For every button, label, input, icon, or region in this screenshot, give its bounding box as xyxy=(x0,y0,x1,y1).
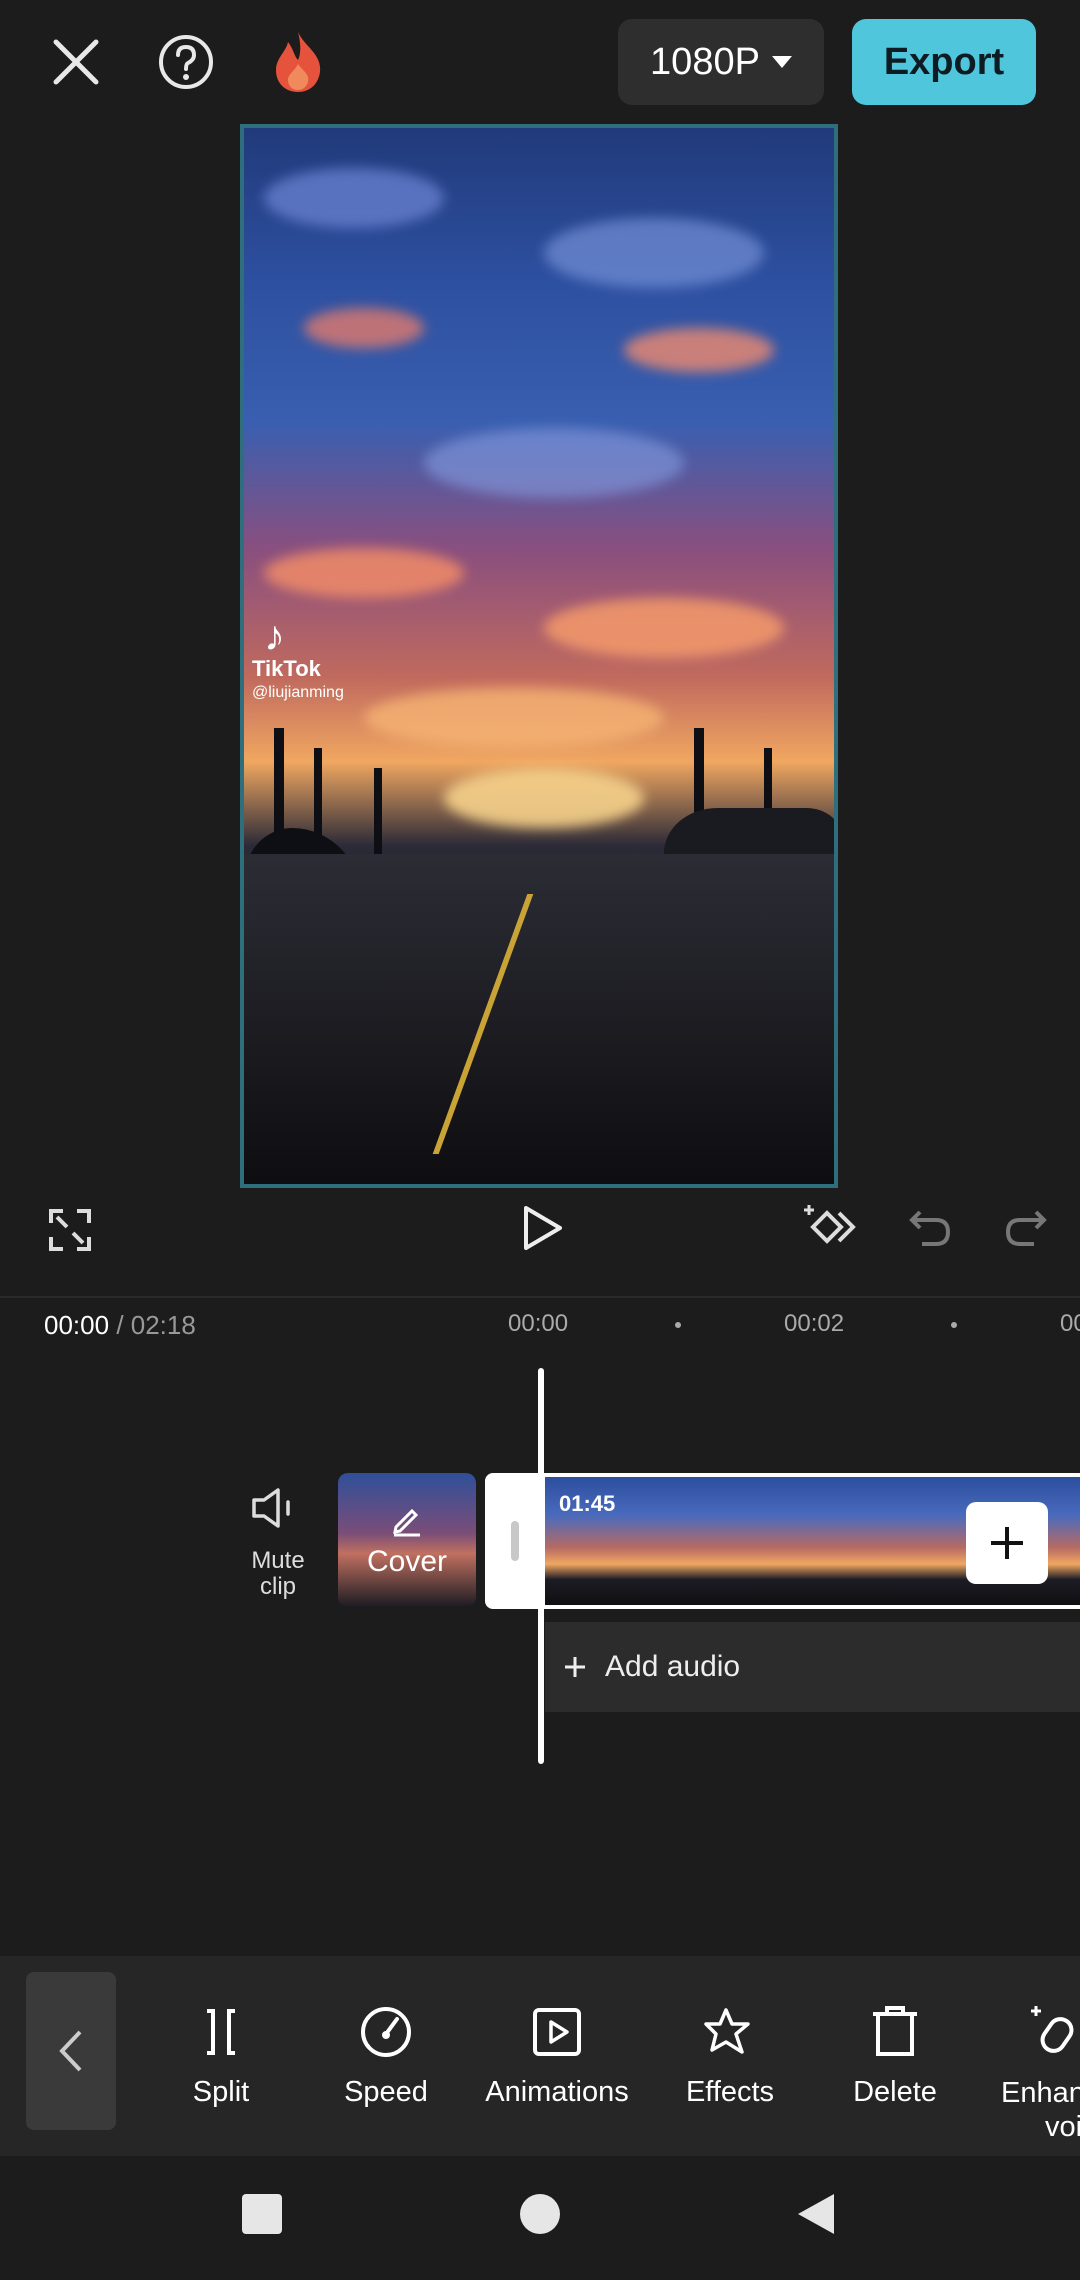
ruler-tick: 00 xyxy=(1060,1310,1080,1337)
close-button[interactable] xyxy=(36,22,116,102)
animations-icon xyxy=(533,2008,581,2056)
add-audio-button[interactable]: Add audio xyxy=(545,1622,1080,1712)
toolbar-back-button[interactable] xyxy=(26,1972,116,2130)
export-label: Export xyxy=(883,40,1005,83)
resolution-label: 1080P xyxy=(650,40,760,83)
tool-label: Split xyxy=(192,2076,250,2108)
ruler-dot xyxy=(675,1322,681,1328)
tool-animations[interactable]: Animations xyxy=(477,1992,637,2109)
current-time: 00:00 xyxy=(44,1310,110,1340)
tool-label: Effects xyxy=(685,2076,775,2108)
tool-split[interactable]: Split xyxy=(141,1992,301,2109)
road-scene xyxy=(244,854,834,1184)
tool-enhance-voice[interactable]: Enhan voic xyxy=(980,1992,1080,2144)
time-readout: 00:00 / 02:18 xyxy=(44,1310,196,1341)
ruler-tick: 00:02 xyxy=(784,1310,845,1337)
clip-frame xyxy=(821,1477,961,1605)
ruler-tick: 00:00 xyxy=(508,1310,569,1337)
cover-label: Cover xyxy=(366,1545,448,1578)
caret-down-icon xyxy=(771,56,792,68)
tool-speed[interactable]: Speed xyxy=(306,1992,466,2109)
keyframe-icon xyxy=(804,1205,856,1244)
clip-trim-handle[interactable] xyxy=(485,1473,545,1609)
back-nav-button[interactable] xyxy=(796,2192,836,2241)
tool-label: Enhan voic xyxy=(1001,2077,1080,2143)
plus-icon xyxy=(565,1657,585,1677)
tool-label: Animations xyxy=(485,2076,629,2108)
edit-pencil-icon xyxy=(393,1508,420,1537)
fullscreen-button[interactable] xyxy=(40,1200,100,1260)
watermark-brand: TikTok xyxy=(252,656,321,681)
help-icon xyxy=(159,35,213,89)
tool-label: Delete xyxy=(853,2076,937,2108)
undo-button[interactable] xyxy=(898,1196,962,1260)
back-triangle-icon xyxy=(798,2194,834,2234)
play-icon xyxy=(524,1206,562,1250)
fullscreen-icon xyxy=(49,1209,91,1251)
add-audio-label: Add audio xyxy=(605,1650,741,1683)
close-icon xyxy=(53,39,99,85)
resolution-dropdown[interactable]: 1080P xyxy=(618,19,824,105)
total-time: / 02:18 xyxy=(116,1310,196,1340)
chevron-left-icon xyxy=(59,2030,82,2072)
undo-icon xyxy=(909,1210,951,1246)
keyframe-button[interactable] xyxy=(800,1196,864,1260)
plus-icon xyxy=(991,1527,1023,1559)
home-nav-button[interactable] xyxy=(520,2194,560,2234)
help-button[interactable] xyxy=(146,22,226,102)
play-button[interactable] xyxy=(510,1196,574,1260)
watermark-user: @liujianming xyxy=(252,684,344,701)
delete-icon xyxy=(873,2006,917,2056)
tool-effects[interactable]: Effects xyxy=(650,1992,810,2109)
export-button[interactable]: Export xyxy=(852,19,1036,105)
speed-icon xyxy=(361,2007,411,2057)
enhance-voice-icon xyxy=(1031,2006,1074,2053)
video-preview[interactable]: ♪ TikTok @liujianming xyxy=(240,124,838,1188)
divider xyxy=(0,1296,1080,1298)
effects-icon xyxy=(704,2008,750,2054)
cover-button[interactable]: Cover xyxy=(338,1473,476,1607)
tiktok-logo: ♪ xyxy=(264,612,285,659)
hot-button[interactable] xyxy=(258,22,338,102)
clip-duration: 01:45 xyxy=(559,1491,616,1516)
tool-delete[interactable]: Delete xyxy=(815,1992,975,2109)
redo-button[interactable] xyxy=(994,1196,1058,1260)
ruler-dot xyxy=(951,1322,957,1328)
add-clip-button[interactable] xyxy=(966,1502,1048,1584)
redo-icon xyxy=(1005,1210,1047,1246)
flame-icon xyxy=(276,32,321,92)
speaker-mute-icon xyxy=(252,1488,290,1528)
clip-frame xyxy=(683,1477,823,1605)
playhead[interactable] xyxy=(538,1368,544,1764)
mute-clip-label: Mute clip xyxy=(251,1547,305,1600)
tool-label: Speed xyxy=(344,2076,428,2108)
recents-nav-button[interactable] xyxy=(242,2194,282,2234)
mute-clip-button[interactable] xyxy=(250,1486,300,1535)
split-icon xyxy=(207,2009,235,2055)
